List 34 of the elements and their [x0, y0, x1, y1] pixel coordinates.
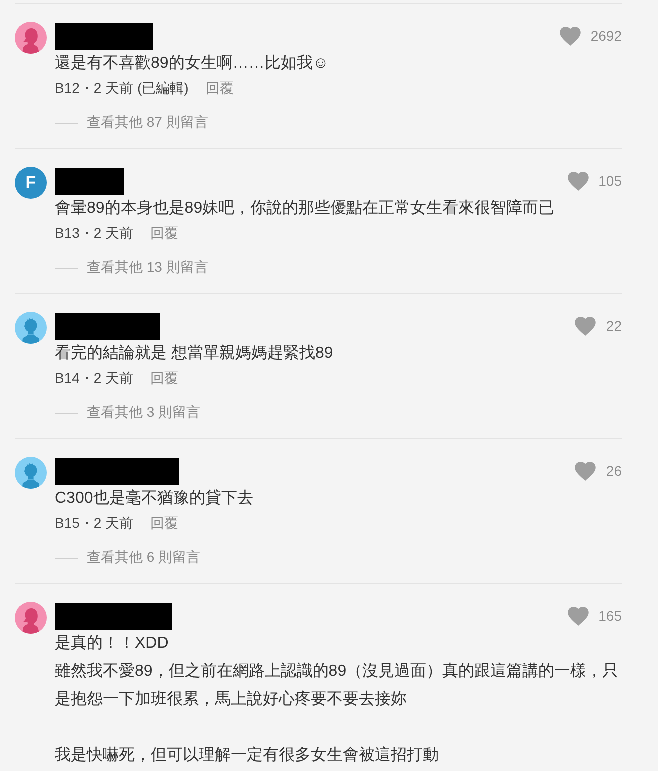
comment-text: 會暈89的本身也是89妹吧，你說的那些優點在正常女生看來很智障而已: [55, 198, 556, 219]
view-replies-button[interactable]: 查看其他 87 則留言: [55, 113, 208, 133]
view-replies-button[interactable]: 查看其他 6 則留言: [55, 548, 201, 568]
view-replies-button[interactable]: 查看其他 3 則留言: [55, 403, 201, 423]
comment-text: 看完的結論就是 想當單親媽媽趕緊找89: [55, 344, 334, 364]
man-silhouette-avatar-icon: [15, 457, 47, 489]
like-count: 22: [606, 317, 622, 336]
comment-text: 還是有不喜歡89的女生啊……比如我☺: [55, 54, 330, 74]
comment-text: 我是快嚇死，但可以理解一定有很多女生會被這招打動: [55, 746, 440, 766]
comment-meta: B13・2 天前: [55, 224, 134, 243]
comment-text: C300也是毫不猶豫的貸下去: [55, 488, 254, 509]
letter-avatar: F: [15, 167, 47, 199]
reply-link[interactable]: 回覆: [150, 368, 179, 388]
heart-icon[interactable]: [575, 462, 596, 480]
comment-text: 是真的！！XDD: [55, 634, 170, 654]
view-replies-button[interactable]: 查看其他 13 則留言: [55, 258, 208, 278]
like-count: 105: [598, 172, 622, 191]
man-silhouette-avatar-icon: [15, 312, 47, 344]
comment-meta: B14・2 天前: [55, 369, 134, 388]
heart-icon[interactable]: [568, 172, 589, 190]
reply-link[interactable]: 回覆: [150, 223, 179, 243]
heart-icon[interactable]: [560, 26, 581, 46]
like-count: 26: [606, 462, 622, 481]
woman-silhouette-avatar-icon: [15, 602, 47, 634]
reply-link[interactable]: 回覆: [206, 78, 234, 98]
comment-meta: B15・2 天前: [55, 514, 134, 533]
heart-icon[interactable]: [575, 316, 596, 336]
comment-meta: B12・2 天前 (已編輯): [55, 79, 189, 98]
woman-silhouette-avatar-icon: [15, 22, 47, 54]
comment-text: 雖然我不愛89，但之前在網路上認識的89（沒見過面）真的跟這篇講的一樣，只是抱怨一下加班很累，馬上說好心疼要不要去接妳: [55, 662, 620, 710]
like-count: 2692: [590, 27, 622, 46]
reply-link[interactable]: 回覆: [150, 513, 179, 533]
heart-icon[interactable]: [568, 606, 589, 626]
like-count: 165: [598, 607, 622, 626]
